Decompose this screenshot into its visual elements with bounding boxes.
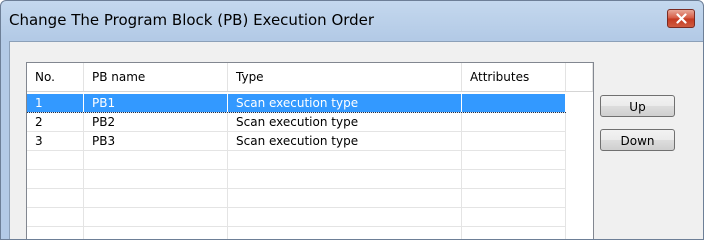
cell-no: 3 [27, 132, 84, 150]
empty-row [27, 170, 566, 189]
cell-pb-name: PB3 [84, 132, 228, 150]
empty-row [27, 227, 566, 239]
cell-attributes [462, 94, 566, 112]
cell-pb-name: PB1 [84, 94, 228, 112]
column-header-no[interactable]: No. [27, 63, 84, 91]
cell-attributes [462, 113, 566, 131]
up-button[interactable]: Up [600, 95, 675, 117]
table-row[interactable]: 2 PB2 Scan execution type [27, 113, 566, 132]
table-row[interactable]: 3 PB3 Scan execution type [27, 132, 566, 151]
cell-no: 2 [27, 113, 84, 131]
cell-type: Scan execution type [228, 132, 462, 150]
cell-type: Scan execution type [228, 113, 462, 131]
column-header-type[interactable]: Type [228, 63, 462, 91]
list-header: No. PB name Type Attributes [27, 63, 593, 92]
empty-row [27, 208, 566, 227]
empty-row [27, 189, 566, 208]
dialog-client-area: No. PB name Type Attributes 1 PB1 Scan e… [9, 41, 703, 239]
cell-pb-name: PB2 [84, 113, 228, 131]
down-button[interactable]: Down [600, 129, 675, 151]
dialog-window: Change The Program Block (PB) Execution … [0, 0, 704, 240]
close-button[interactable] [667, 9, 695, 28]
column-header-attributes[interactable]: Attributes [462, 63, 566, 91]
column-header-filler [566, 63, 593, 91]
cell-no: 1 [27, 94, 84, 112]
column-header-pb-name[interactable]: PB name [84, 63, 228, 91]
title-bar[interactable]: Change The Program Block (PB) Execution … [1, 1, 703, 41]
dialog-title: Change The Program Block (PB) Execution … [9, 11, 375, 29]
cell-attributes [462, 132, 566, 150]
pb-order-list[interactable]: No. PB name Type Attributes 1 PB1 Scan e… [26, 62, 594, 239]
close-icon [676, 13, 687, 24]
table-row[interactable]: 1 PB1 Scan execution type [27, 94, 566, 113]
cell-type: Scan execution type [228, 94, 462, 112]
empty-row [27, 151, 566, 170]
